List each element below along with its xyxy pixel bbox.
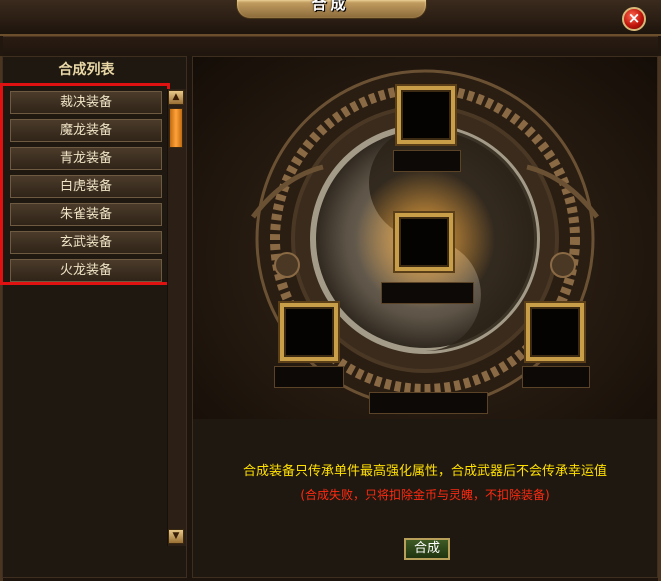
- synthesis-window: 合成 × 合成列表 裁决装备 魔龙装备 青龙装备 白虎装备 朱雀装备 玄武装备 …: [0, 0, 661, 581]
- craft-button[interactable]: 合成: [404, 538, 450, 560]
- list-item-zhuque[interactable]: 朱雀装备: [10, 203, 162, 226]
- list-item-baihu[interactable]: 白虎装备: [10, 175, 162, 198]
- close-icon[interactable]: ×: [622, 7, 646, 31]
- list-item-xuanwu[interactable]: 玄武装备: [10, 231, 162, 254]
- material-slot-top-name: [393, 150, 461, 172]
- material-slot-right[interactable]: [526, 303, 584, 361]
- material-slot-top[interactable]: [397, 86, 455, 144]
- scroll-up-icon[interactable]: ▲: [168, 90, 184, 105]
- material-slot-right-name: [522, 366, 590, 388]
- list-header: 合成列表: [58, 62, 115, 78]
- list-item-qinglong[interactable]: 青龙装备: [10, 147, 162, 170]
- list-item-huolong[interactable]: 火龙装备: [10, 259, 162, 282]
- synthesis-rule-text: 合成装备只传承单件最高强化属性，合成武器后不会传承幸运值: [242, 464, 607, 479]
- scrollbar-thumb[interactable]: [169, 108, 183, 148]
- list-item-caijue[interactable]: 裁决装备: [10, 91, 162, 114]
- material-slot-left[interactable]: [280, 303, 338, 361]
- scroll-down-icon[interactable]: ▼: [168, 529, 184, 544]
- window-title: 合成: [311, 0, 350, 13]
- list-scrollbar-track[interactable]: [167, 89, 186, 546]
- material-slot-left-name: [274, 366, 344, 388]
- result-slot-center[interactable]: [395, 213, 453, 271]
- cost-display: [369, 392, 488, 414]
- result-slot-name: [381, 282, 474, 304]
- synthesis-failure-note: (合成失败，只将扣除金币与灵魄，不扣除装备): [300, 488, 550, 502]
- sub-header-bar: [3, 36, 658, 57]
- list-item-molong[interactable]: 魔龙装备: [10, 119, 162, 142]
